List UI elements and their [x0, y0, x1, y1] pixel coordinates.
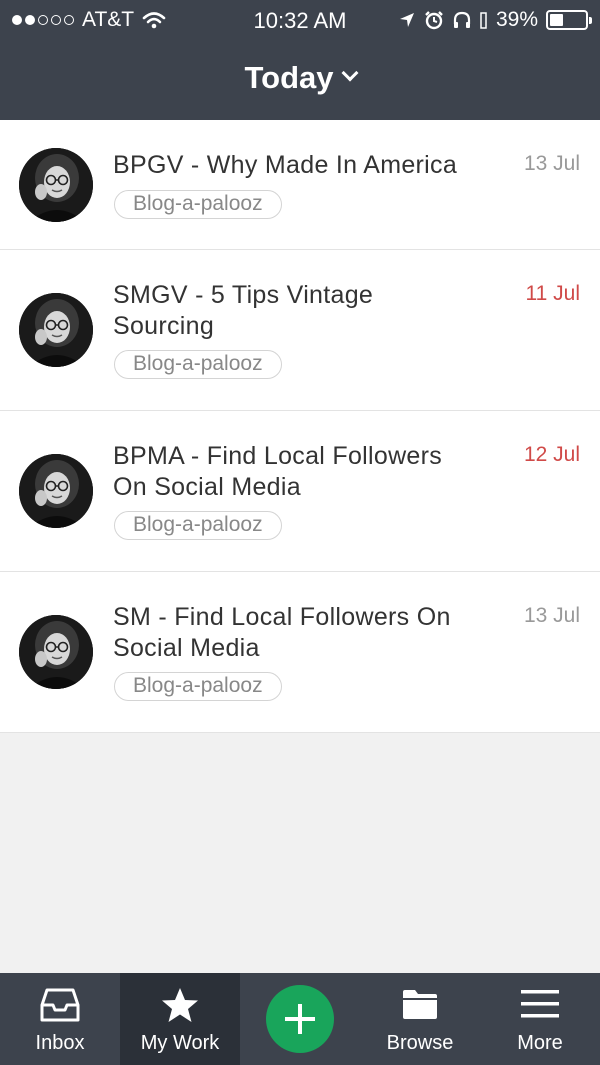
- tab-label: More: [517, 1032, 563, 1054]
- location-arrow-icon: [399, 13, 414, 27]
- status-bar: AT&T 10:32 AM 39%: [0, 0, 600, 40]
- inbox-icon: [0, 987, 120, 1025]
- task-tag[interactable]: Blog-a-palooz: [114, 511, 282, 540]
- task-title-line: BPMA - Find Local Followers: [113, 442, 443, 470]
- task-row[interactable]: BPMA - Find Local Followers On Social Me…: [0, 411, 600, 572]
- avatar: [19, 148, 93, 222]
- task-list: BPGV - Why Made In America 13 Jul Blog-a…: [0, 120, 600, 733]
- task-tag[interactable]: Blog-a-palooz: [114, 190, 282, 219]
- tab-inbox[interactable]: Inbox: [0, 973, 120, 1065]
- task-title-line: SM - Find Local Followers On: [113, 603, 451, 631]
- battery-icon: [546, 10, 592, 30]
- hamburger-menu-icon: [480, 987, 600, 1025]
- tab-browse[interactable]: Browse: [360, 973, 480, 1065]
- tab-more[interactable]: More: [480, 973, 600, 1065]
- task-row[interactable]: SMGV - 5 Tips Vintage Sourcing 11 Jul Bl…: [0, 250, 600, 411]
- task-due-date: 13 Jul: [523, 152, 580, 175]
- tab-my-work[interactable]: My Work: [120, 973, 240, 1065]
- avatar: [19, 454, 93, 528]
- task-title: BPGV - Why Made In America: [113, 150, 498, 181]
- tab-bar: Inbox My Work Browse More: [0, 973, 600, 1065]
- task-tag[interactable]: Blog-a-palooz: [114, 672, 282, 701]
- alarm-icon: [425, 11, 443, 30]
- chevron-down-icon: [341, 64, 358, 82]
- page-title: Today: [244, 60, 334, 95]
- status-right: 39%: [398, 8, 592, 32]
- header-bar: AT&T 10:32 AM 39% Today: [0, 0, 600, 120]
- battery-fill: [550, 14, 564, 26]
- task-due-date: 12 Jul: [523, 443, 580, 466]
- headphones-icon: [453, 11, 471, 28]
- add-task-button[interactable]: [266, 985, 334, 1053]
- folder-icon: [360, 987, 480, 1025]
- tab-label: My Work: [140, 1032, 220, 1054]
- task-due-date: 11 Jul: [525, 282, 580, 305]
- task-title-line: Sourcing: [113, 312, 215, 340]
- task-title-line: SMGV - 5 Tips Vintage: [113, 281, 374, 309]
- avatar: [19, 293, 93, 367]
- task-title: SM - Find Local Followers On Social Medi…: [113, 602, 498, 664]
- task-title-line: On Social Media: [113, 473, 301, 501]
- tab-label: Inbox: [35, 1032, 85, 1054]
- tab-label: Browse: [386, 1032, 454, 1054]
- view-selector[interactable]: Today: [0, 60, 600, 96]
- battery-percent: 39%: [495, 8, 538, 31]
- task-title: SMGV - 5 Tips Vintage Sourcing: [113, 280, 498, 342]
- task-tag[interactable]: Blog-a-palooz: [114, 350, 282, 379]
- task-row[interactable]: BPGV - Why Made In America 13 Jul Blog-a…: [0, 120, 600, 250]
- avatar: [19, 615, 93, 689]
- signal-bar-small-icon: [480, 12, 487, 29]
- task-title-line: BPGV - Why Made In America: [113, 151, 458, 179]
- task-row[interactable]: SM - Find Local Followers On Social Medi…: [0, 572, 600, 733]
- task-title-line: Social Media: [113, 634, 260, 662]
- star-icon: [120, 987, 240, 1025]
- task-title: BPMA - Find Local Followers On Social Me…: [113, 441, 498, 503]
- task-due-date: 13 Jul: [523, 604, 580, 627]
